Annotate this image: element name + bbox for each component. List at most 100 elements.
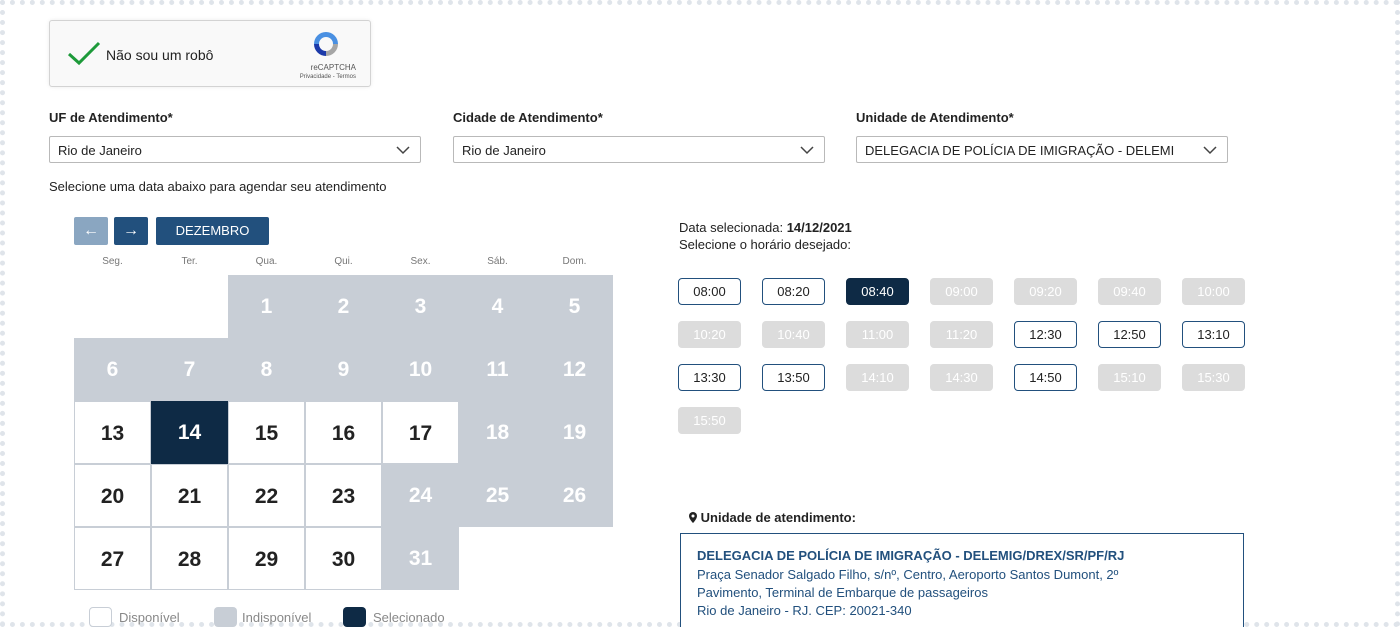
calendar-day-28[interactable]: 28 bbox=[151, 527, 228, 590]
calendar-day-18: 18 bbox=[459, 401, 536, 464]
time-slot-1100: 11:00 bbox=[846, 321, 909, 348]
recaptcha-widget[interactable]: Não sou um robô reCAPTCHA Privacidade - … bbox=[49, 20, 371, 87]
time-slot-1230[interactable]: 12:30 bbox=[1014, 321, 1077, 348]
weekday-label: Sáb. bbox=[487, 256, 508, 267]
calendar-day-11: 11 bbox=[459, 338, 536, 401]
unit-title-text: Unidade de atendimento: bbox=[700, 510, 856, 525]
calendar-day-22[interactable]: 22 bbox=[228, 464, 305, 527]
legend-unavailable-label: Indisponível bbox=[242, 610, 312, 625]
time-slot-1330[interactable]: 13:30 bbox=[678, 364, 741, 391]
uf-label: UF de Atendimento* bbox=[49, 110, 173, 125]
legend-available-label: Disponível bbox=[119, 610, 180, 625]
weekday-label: Qui. bbox=[334, 256, 353, 267]
calendar-day-10: 10 bbox=[382, 338, 459, 401]
unit-address-line: Rio de Janeiro - RJ. CEP: 20021-340 bbox=[697, 603, 912, 618]
calendar-day-19: 19 bbox=[536, 401, 613, 464]
time-slot-1000: 10:00 bbox=[1182, 278, 1245, 305]
unit-name: DELEGACIA DE POLÍCIA DE IMIGRAÇÃO - DELE… bbox=[697, 548, 1125, 563]
calendar-day-2: 2 bbox=[305, 275, 382, 338]
weekday-label: Qua. bbox=[255, 256, 278, 267]
choose-time-label: Selecione o horário desejado: bbox=[679, 237, 852, 252]
weekday-label: Sex. bbox=[410, 256, 431, 267]
month-button[interactable]: DEZEMBRO bbox=[156, 217, 269, 245]
uf-value: Rio de Janeiro bbox=[58, 143, 142, 158]
unidade-label: Unidade de Atendimento* bbox=[856, 110, 1014, 125]
time-slot-1450[interactable]: 14:50 bbox=[1014, 364, 1077, 391]
cidade-select[interactable]: Rio de Janeiro bbox=[453, 136, 825, 163]
calendar-day-14[interactable]: 14 bbox=[151, 401, 228, 464]
unit-title: Unidade de atendimento: bbox=[689, 510, 856, 525]
calendar-day-7: 7 bbox=[151, 338, 228, 401]
selected-date-info: Data selecionada: 14/12/2021 Selecione o… bbox=[679, 219, 852, 253]
selected-date-label: Data selecionada: bbox=[679, 220, 784, 235]
calendar-day-27[interactable]: 27 bbox=[74, 527, 151, 590]
cidade-label: Cidade de Atendimento* bbox=[453, 110, 603, 125]
calendar-day-15[interactable]: 15 bbox=[228, 401, 305, 464]
arrow-left-icon: ← bbox=[83, 222, 99, 239]
unidade-select[interactable]: DELEGACIA DE POLÍCIA DE IMIGRAÇÃO - DELE… bbox=[856, 136, 1228, 163]
legend-selected-swatch bbox=[343, 607, 366, 627]
cidade-value: Rio de Janeiro bbox=[462, 143, 546, 158]
time-slot-1250[interactable]: 12:50 bbox=[1098, 321, 1161, 348]
recaptcha-label: Não sou um robô bbox=[106, 47, 214, 63]
calendar-day-17[interactable]: 17 bbox=[382, 401, 459, 464]
time-slot-1040: 10:40 bbox=[762, 321, 825, 348]
calendar-day-23[interactable]: 23 bbox=[305, 464, 382, 527]
unit-address-line: Praça Senador Salgado Filho, s/nº, Centr… bbox=[697, 567, 1119, 582]
legend-unavailable-swatch bbox=[214, 607, 237, 627]
calendar-day-12: 12 bbox=[536, 338, 613, 401]
time-slot-1530: 15:30 bbox=[1182, 364, 1245, 391]
time-slot-1430: 14:30 bbox=[930, 364, 993, 391]
weekday-label: Dom. bbox=[562, 256, 587, 267]
weekday-label: Seg. bbox=[102, 256, 123, 267]
chevron-down-icon bbox=[396, 146, 410, 155]
checkmark-icon[interactable] bbox=[66, 39, 102, 67]
calendar-day-30[interactable]: 30 bbox=[305, 527, 382, 590]
weekday-label: Ter. bbox=[181, 256, 198, 267]
chevron-down-icon bbox=[800, 146, 814, 155]
calendar-day-1: 1 bbox=[228, 275, 305, 338]
time-slot-0800[interactable]: 08:00 bbox=[678, 278, 741, 305]
recaptcha-logo-icon bbox=[314, 32, 338, 56]
uf-select[interactable]: Rio de Janeiro bbox=[49, 136, 421, 163]
time-slot-1510: 15:10 bbox=[1098, 364, 1161, 391]
time-slot-1350[interactable]: 13:50 bbox=[762, 364, 825, 391]
calendar-day-26: 26 bbox=[536, 464, 613, 527]
calendar-day-25: 25 bbox=[459, 464, 536, 527]
calendar-day-31: 31 bbox=[382, 527, 459, 590]
calendar-day-6: 6 bbox=[74, 338, 151, 401]
unit-address-line: Pavimento, Terminal de Embarque de passa… bbox=[697, 585, 988, 600]
legend-available-swatch bbox=[89, 607, 112, 627]
map-pin-icon bbox=[689, 512, 697, 523]
instruction-text: Selecione uma data abaixo para agendar s… bbox=[49, 179, 387, 194]
recaptcha-links[interactable]: Privacidade - Termos bbox=[300, 74, 356, 80]
calendar-day-24: 24 bbox=[382, 464, 459, 527]
time-slot-1310[interactable]: 13:10 bbox=[1182, 321, 1245, 348]
next-month-button[interactable]: → bbox=[114, 217, 148, 245]
calendar-day-29[interactable]: 29 bbox=[228, 527, 305, 590]
chevron-down-icon bbox=[1203, 146, 1217, 155]
time-slot-0920: 09:20 bbox=[1014, 278, 1077, 305]
calendar-day-13[interactable]: 13 bbox=[74, 401, 151, 464]
calendar-day-21[interactable]: 21 bbox=[151, 464, 228, 527]
calendar-day-8: 8 bbox=[228, 338, 305, 401]
time-slot-1410: 14:10 bbox=[846, 364, 909, 391]
legend-selected-label: Selecionado bbox=[373, 610, 445, 625]
time-slot-1020: 10:20 bbox=[678, 321, 741, 348]
calendar-day-9: 9 bbox=[305, 338, 382, 401]
calendar-day-16[interactable]: 16 bbox=[305, 401, 382, 464]
previous-month-button[interactable]: ← bbox=[74, 217, 108, 245]
time-slot-0820[interactable]: 08:20 bbox=[762, 278, 825, 305]
recaptcha-brand: reCAPTCHA bbox=[310, 63, 356, 72]
time-slot-0940: 09:40 bbox=[1098, 278, 1161, 305]
calendar-day-3: 3 bbox=[382, 275, 459, 338]
time-slot-0900: 09:00 bbox=[930, 278, 993, 305]
calendar-day-4: 4 bbox=[459, 275, 536, 338]
calendar-day-5: 5 bbox=[536, 275, 613, 338]
time-slot-0840[interactable]: 08:40 bbox=[846, 278, 909, 305]
calendar-day-20[interactable]: 20 bbox=[74, 464, 151, 527]
unit-card: DELEGACIA DE POLÍCIA DE IMIGRAÇÃO - DELE… bbox=[680, 533, 1244, 627]
arrow-right-icon: → bbox=[123, 222, 139, 239]
time-slot-1550: 15:50 bbox=[678, 407, 741, 434]
selected-date-value: 14/12/2021 bbox=[786, 220, 852, 235]
